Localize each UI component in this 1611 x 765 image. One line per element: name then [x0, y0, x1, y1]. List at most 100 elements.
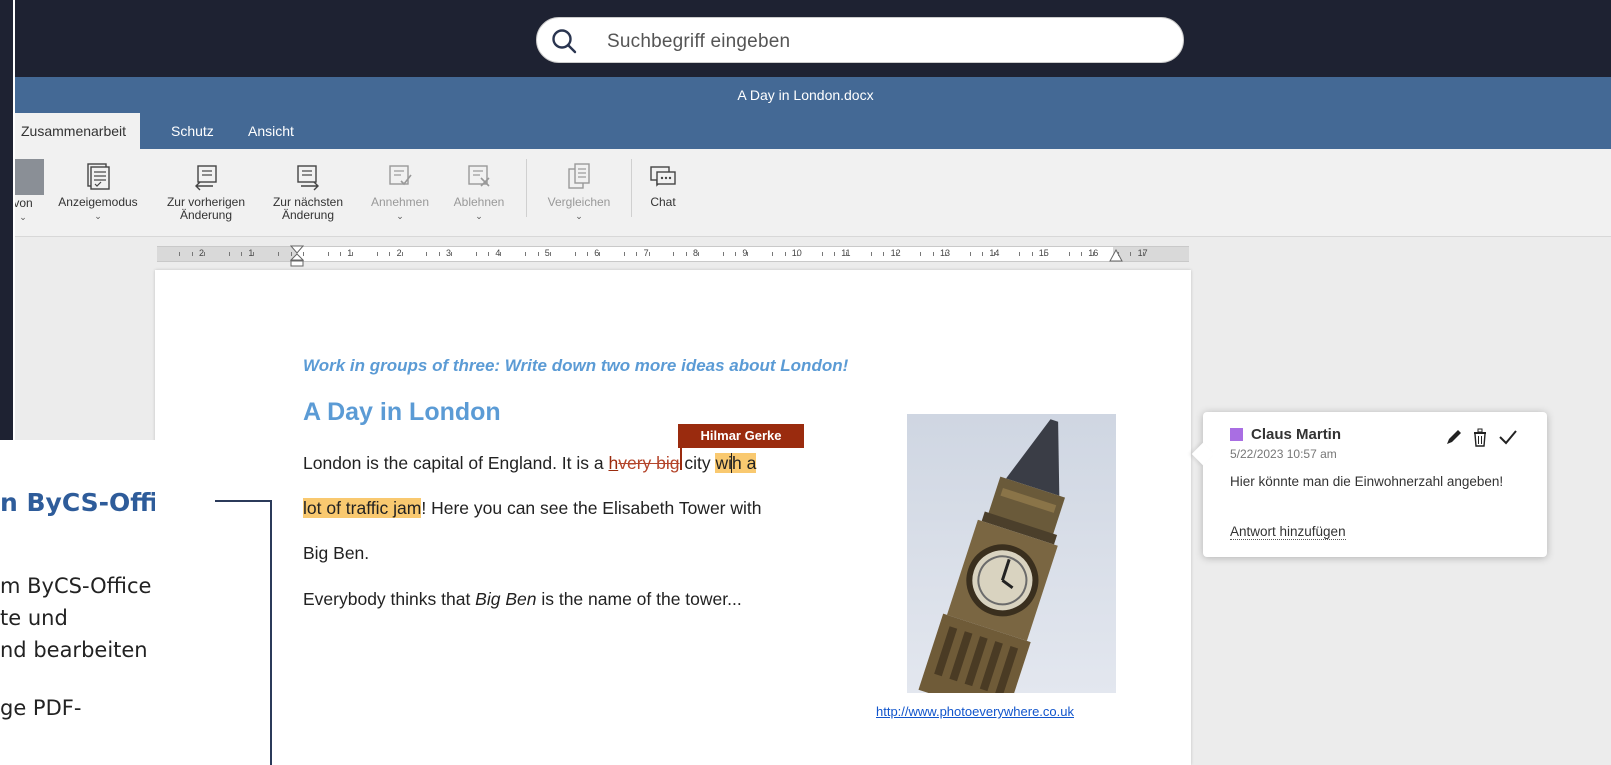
ruler-tick — [1019, 252, 1021, 256]
add-reply-link[interactable]: Antwort hinzufügen — [1230, 524, 1346, 540]
task-instruction: Work in groups of three: Write down two … — [303, 356, 849, 375]
reject-icon — [468, 165, 490, 187]
ruler-tick — [1043, 252, 1045, 256]
ruler-tick — [278, 252, 280, 256]
ruler-tick — [685, 252, 687, 256]
ruler-tick — [401, 252, 403, 256]
chat-button[interactable]: Chat — [640, 161, 686, 209]
comment-text: Hier könnte man die Einwohnerzahl angebe… — [1230, 474, 1504, 489]
ruler-tick — [1080, 252, 1082, 256]
horizontal-ruler[interactable]: 211234567891011121314151617 — [157, 245, 1189, 267]
ruler-tick — [500, 252, 502, 256]
ruler-tick — [636, 252, 638, 256]
vergleichen-button[interactable]: Vergleichen ⌄ — [536, 161, 622, 223]
edit-icon[interactable] — [1443, 426, 1465, 448]
chevron-down-icon: ⌄ — [575, 211, 583, 221]
slide-text-line: ge PDF- — [0, 696, 82, 720]
document-title: A Day in London.docx — [737, 87, 874, 103]
ablehnen-label: Ablehnen — [453, 195, 505, 209]
ablehnen-button[interactable]: Ablehnen ⌄ — [443, 161, 515, 223]
ruler-tick — [945, 252, 947, 256]
next-change-button[interactable]: Zur nächsten Änderung — [258, 161, 358, 222]
annehmen-label: Annehmen — [370, 195, 430, 209]
ruler-tick — [1093, 252, 1095, 256]
big-ben-photo[interactable] — [907, 414, 1116, 693]
ruler-tick — [969, 252, 971, 256]
avatar-block — [14, 159, 44, 195]
tab-schutz[interactable]: Schutz — [157, 113, 228, 149]
ruler-tick — [241, 252, 243, 256]
callout-connector — [270, 500, 272, 765]
left-indent-marker-icon[interactable] — [290, 245, 304, 267]
ruler-tick — [586, 252, 588, 256]
ruler-tick — [1068, 252, 1070, 256]
text-run: Everybody thinks that — [303, 589, 476, 609]
title-bar: A Day in London.docx — [0, 77, 1611, 113]
prev-change-icon — [195, 165, 217, 191]
callout-connector — [215, 500, 271, 502]
anzeigemodus-button[interactable]: Anzeigemodus ⌄ — [48, 161, 148, 223]
ruler-margin-left — [157, 247, 297, 261]
delete-icon[interactable] — [1469, 426, 1491, 448]
comment-card[interactable]: Claus Martin 5/22/2023 10:57 am Hier kön… — [1191, 412, 1547, 557]
comment-highlight[interactable]: wi — [715, 453, 733, 473]
ruler-tick — [722, 252, 724, 256]
slide-title: n ByCS-Office — [0, 488, 155, 517]
paragraph-1[interactable]: London is the capital of England. It is … — [303, 453, 757, 474]
ruler-tick — [994, 252, 996, 256]
text-run: ! Here you can see the Elisabeth Tower w… — [421, 498, 762, 518]
tab-zusammenarbeit[interactable]: Zusammenarbeit — [7, 113, 141, 149]
right-indent-marker-icon[interactable] — [1109, 249, 1123, 263]
photo-source-link[interactable]: http://www.photoeverywhere.co.uk — [876, 704, 1074, 719]
search-input[interactable]: Suchbegriff eingeben — [607, 31, 790, 53]
ribbon-tabs: Zusammenarbeit Schutz Ansicht — [0, 113, 1611, 149]
paragraph-2[interactable]: lot of traffic jam! Here you can see the… — [303, 498, 761, 519]
ruler-tick — [623, 252, 625, 256]
ruler-tick — [426, 252, 428, 256]
chevron-down-icon: ⌄ — [475, 211, 483, 221]
prev-change-button[interactable]: Zur vorherigen Änderung — [156, 161, 256, 222]
paragraph-4[interactable]: Everybody thinks that Big Ben is the nam… — [303, 589, 742, 610]
search-box[interactable]: Suchbegriff eingeben — [536, 17, 1184, 63]
von-label: von — [13, 196, 33, 210]
text-run-italic: Big Ben — [475, 589, 537, 609]
ruler-tick — [784, 252, 786, 256]
ruler-tick — [488, 252, 490, 256]
chat-label: Chat — [650, 195, 676, 209]
document-page[interactable]: Work in groups of three: Write down two … — [155, 270, 1191, 765]
left-panel — [0, 0, 15, 440]
slide-text-line: nd bearbeiten — [0, 638, 148, 662]
tracked-deletion[interactable]: very big — [618, 453, 679, 473]
next-change-label-1: Zur nächsten — [272, 195, 344, 209]
ribbon-separator — [526, 159, 527, 217]
ruler-tick — [549, 252, 551, 256]
chevron-down-icon: ⌄ — [396, 211, 404, 221]
ruler-tick — [451, 252, 453, 256]
change-author-flag: Hilmar Gerke — [678, 424, 804, 448]
tab-ansicht[interactable]: Ansicht — [234, 113, 308, 149]
search-icon — [552, 29, 577, 54]
ruler-tick — [698, 252, 700, 256]
display-mode-icon — [87, 163, 110, 190]
text-run: is the name of the tower... — [536, 589, 742, 609]
ruler-tick — [796, 252, 798, 256]
ribbon-toolbar: von ⌄ Anzeigemodus ⌄ Zur vorherigen Ände… — [0, 149, 1611, 237]
ruler-tick — [475, 252, 477, 256]
slide-text-line: te und — [0, 606, 68, 630]
text-run: city — [679, 453, 716, 473]
ruler-tick — [574, 252, 576, 256]
ruler-tick — [525, 252, 527, 256]
ruler-tick — [179, 252, 181, 256]
ruler-tick — [772, 252, 774, 256]
resolve-icon[interactable] — [1497, 426, 1519, 448]
comment-highlight[interactable]: lot of traffic jam — [303, 498, 422, 518]
document-heading: A Day in London — [303, 398, 501, 426]
tracked-insertion[interactable]: h — [608, 453, 618, 473]
paragraph-3[interactable]: Big Ben. — [303, 543, 369, 564]
ribbon-separator — [631, 159, 632, 217]
comment-highlight[interactable]: h a — [732, 453, 757, 473]
prev-change-label-2: Änderung — [179, 208, 233, 222]
compare-icon — [568, 163, 590, 189]
ruler-tick — [870, 252, 872, 256]
annehmen-button[interactable]: Annehmen ⌄ — [362, 161, 438, 223]
